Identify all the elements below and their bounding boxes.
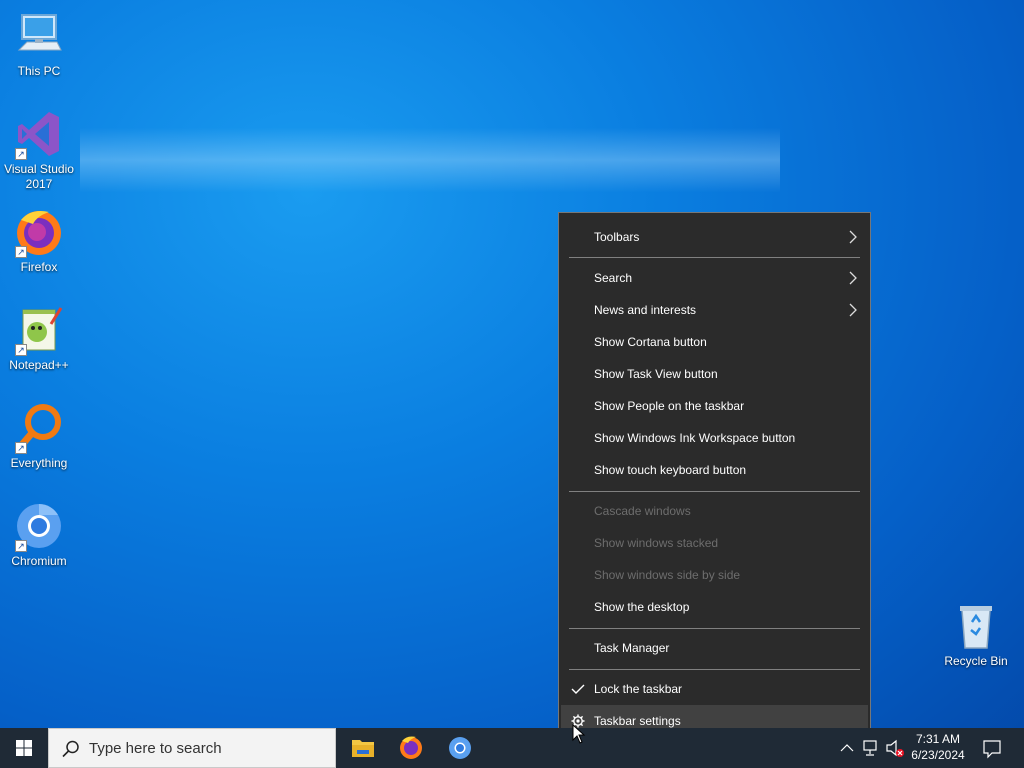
desktop-icon-label: Firefox: [20, 260, 58, 274]
menu-item-label: Show Windows Ink Workspace button: [594, 431, 796, 445]
checkmark-icon: [571, 684, 585, 694]
menu-separator: [569, 257, 860, 258]
chevron-right-icon: [849, 230, 857, 244]
menu-item-label: Show People on the taskbar: [594, 399, 745, 413]
desktop-icon-visual-studio[interactable]: ↗ Visual Studio 2017: [2, 108, 76, 192]
menu-item-label: Show touch keyboard button: [594, 463, 747, 477]
firefox-icon: [400, 736, 422, 759]
menu-item-news-and-interests[interactable]: News and interests: [561, 294, 868, 326]
taskbar-file-explorer[interactable]: [339, 728, 387, 768]
taskbar-chromium[interactable]: [436, 728, 484, 768]
desktop-icon-chromium[interactable]: ↗ Chromium: [2, 500, 76, 569]
menu-item-label: News and interests: [594, 303, 697, 317]
shortcut-arrow-icon: ↗: [15, 442, 27, 454]
taskbar-search-box[interactable]: Type here to search: [48, 728, 336, 768]
chevron-right-icon: [849, 271, 857, 285]
chromium-icon: [449, 737, 471, 759]
taskbar-clock[interactable]: 7:31 AM 6/23/2024: [900, 731, 976, 763]
start-button[interactable]: [0, 728, 48, 768]
chromium-icon: ↗: [13, 500, 65, 552]
menu-item-show-ink-workspace[interactable]: Show Windows Ink Workspace button: [561, 422, 868, 454]
desktop-icon-label: Chromium: [11, 554, 67, 568]
search-placeholder: Type here to search: [89, 740, 222, 757]
menu-separator: [569, 628, 860, 629]
clock-date: 6/23/2024: [911, 748, 965, 762]
menu-item-label: Show windows side by side: [594, 568, 741, 582]
desktop-icon-recycle-bin[interactable]: Recycle Bin: [940, 600, 1012, 669]
chevron-right-icon: [849, 303, 857, 317]
menu-item-windows-stacked: Show windows stacked: [561, 527, 868, 559]
taskbar-firefox[interactable]: [387, 728, 435, 768]
menu-item-label: Taskbar settings: [594, 714, 681, 728]
desktop-icon-label: Notepad++: [9, 358, 69, 372]
menu-item-show-desktop[interactable]: Show the desktop: [561, 591, 868, 623]
menu-item-label: Task Manager: [594, 641, 670, 655]
menu-item-label: Show windows stacked: [594, 536, 719, 550]
menu-separator: [569, 491, 860, 492]
menu-item-lock-taskbar[interactable]: Lock the taskbar: [561, 673, 868, 705]
menu-item-show-cortana[interactable]: Show Cortana button: [561, 326, 868, 358]
menu-item-show-people[interactable]: Show People on the taskbar: [561, 390, 868, 422]
menu-separator: [569, 669, 860, 670]
menu-item-task-manager[interactable]: Task Manager: [561, 632, 868, 664]
shortcut-arrow-icon: ↗: [15, 246, 27, 258]
everything-icon: ↗: [13, 402, 65, 454]
menu-item-label: Cascade windows: [594, 504, 691, 518]
menu-item-label: Search: [594, 271, 633, 285]
desktop-icon-this-pc[interactable]: This PC: [2, 10, 76, 79]
menu-item-search[interactable]: Search: [561, 262, 868, 294]
clock-time: 7:31 AM: [915, 732, 961, 746]
firefox-icon: ↗: [13, 206, 65, 258]
menu-item-show-task-view[interactable]: Show Task View button: [561, 358, 868, 390]
menu-item-label: Show the desktop: [594, 600, 690, 614]
notepadpp-icon: ↗: [13, 304, 65, 356]
shortcut-arrow-icon: ↗: [15, 148, 27, 160]
desktop-icon-firefox[interactable]: ↗ Firefox: [2, 206, 76, 275]
desktop-icon-label: Recycle Bin: [944, 654, 1008, 668]
desktop-icon-label: Visual Studio 2017: [4, 162, 74, 191]
notifications-button[interactable]: [980, 728, 1004, 768]
menu-item-label: Lock the taskbar: [594, 682, 683, 696]
menu-item-windows-side-by-side: Show windows side by side: [561, 559, 868, 591]
tray-overflow-button[interactable]: [838, 728, 856, 768]
desktop-icon-notepadpp[interactable]: ↗ Notepad++: [2, 304, 76, 373]
taskbar: Type here to search 7:31 AM 6/23/2024: [0, 728, 1024, 768]
shortcut-arrow-icon: ↗: [15, 540, 27, 552]
file-explorer-icon: [352, 740, 374, 757]
network-icon: [863, 740, 877, 756]
desktop-icon-label: This PC: [17, 64, 61, 78]
mouse-cursor-icon: [572, 724, 586, 744]
chevron-up-icon: [840, 744, 854, 752]
desktop-icon-label: Everything: [10, 456, 68, 470]
shortcut-arrow-icon: ↗: [15, 344, 27, 356]
menu-item-label: Show Cortana button: [594, 335, 707, 349]
visual-studio-icon: ↗: [13, 108, 65, 160]
desktop-icon-everything[interactable]: ↗ Everything: [2, 402, 76, 471]
menu-item-label: Show Task View button: [594, 367, 718, 381]
menu-item-toolbars[interactable]: Toolbars: [561, 221, 868, 253]
this-pc-icon: [13, 10, 65, 62]
recycle-bin-icon: [950, 600, 1002, 652]
menu-item-cascade-windows: Cascade windows: [561, 495, 868, 527]
search-icon: [62, 740, 79, 758]
menu-item-label: Toolbars: [594, 230, 640, 244]
notifications-icon: [983, 740, 1001, 759]
menu-item-show-touch-keyboard[interactable]: Show touch keyboard button: [561, 454, 868, 486]
taskbar-context-menu: Toolbars Search News and interests Show …: [558, 212, 871, 745]
windows-logo-icon: [16, 740, 32, 756]
tray-network[interactable]: [860, 728, 882, 768]
